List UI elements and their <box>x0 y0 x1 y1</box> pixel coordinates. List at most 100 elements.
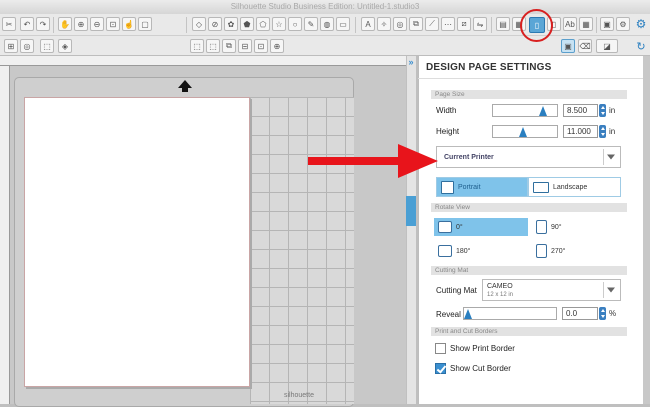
feed-direction-arrow-icon <box>178 80 192 88</box>
height-label: Height <box>436 127 460 136</box>
undo-icon[interactable]: ↶ <box>20 17 34 31</box>
collapse-panel-icon[interactable]: » <box>406 56 416 68</box>
height-slider[interactable] <box>492 125 558 138</box>
design-settings-icon[interactable]: ⚙ <box>616 17 630 31</box>
cutting-mat-dropdown[interactable]: CAMEO 12 x 12 in <box>482 279 621 301</box>
rotate-270-label: 270° <box>551 247 566 255</box>
rotate-90-label: 90° <box>551 223 562 231</box>
eraser-icon[interactable]: ⌫ <box>578 39 592 53</box>
pen-icon[interactable]: ✎ <box>304 17 318 31</box>
flexishape-icon[interactable]: ✿ <box>224 17 238 31</box>
trace-icon[interactable]: ⧄ <box>457 17 471 31</box>
library-icon[interactable]: ▤ <box>496 17 510 31</box>
height-unit: in <box>609 127 616 136</box>
pentagon-icon[interactable]: ⬠ <box>256 17 270 31</box>
landscape-icon <box>533 181 549 193</box>
deselect-icon[interactable]: ⬚ <box>206 39 220 53</box>
rotate-270-button[interactable]: 270° <box>532 242 622 260</box>
panel-edge <box>643 56 650 404</box>
drag-zoom-icon[interactable]: ☝ <box>122 17 136 31</box>
fill-color-icon[interactable]: ◪ <box>596 39 618 53</box>
offset-icon[interactable]: ⧉ <box>409 17 423 31</box>
sketch-icon[interactable]: ⟋ <box>425 17 439 31</box>
spiral-icon[interactable]: ◎ <box>393 17 407 31</box>
zoom-out-icon[interactable]: ⊖ <box>90 17 104 31</box>
panel-title: DESIGN PAGE SETTINGS <box>426 62 552 73</box>
panel-scrollbar[interactable] <box>406 56 416 404</box>
replicate-icon[interactable]: ◎ <box>20 39 34 53</box>
rotate-180-icon <box>438 245 452 257</box>
layers-grid-icon[interactable]: ▦ <box>579 17 593 31</box>
cut-icon[interactable]: ✂ <box>2 17 16 31</box>
zoom-in-icon[interactable]: ⊕ <box>74 17 88 31</box>
reveal-input[interactable]: 0.0 <box>562 307 598 320</box>
show-cut-border-label: Show Cut Border <box>450 364 511 373</box>
section-page-size: Page Size <box>431 90 627 99</box>
cutting-mat-name: CAMEO <box>487 283 513 290</box>
rotate-0-button[interactable]: 0° <box>434 218 528 236</box>
rotate-0-icon <box>438 221 452 233</box>
media-size-dropdown[interactable]: Current Printer <box>436 146 621 168</box>
layers-icon[interactable]: ◈ <box>58 39 72 53</box>
height-stepper[interactable] <box>599 125 606 138</box>
redo-icon[interactable]: ↷ <box>36 17 50 31</box>
rotate-180-label: 180° <box>456 247 471 255</box>
chevron-down-icon <box>607 287 615 293</box>
zoom-select-icon[interactable]: ⊡ <box>106 17 120 31</box>
text-tool-icon[interactable]: A <box>361 17 375 31</box>
rotate-90-icon <box>536 220 547 234</box>
grid-snap-icon[interactable]: ⋯ <box>441 17 455 31</box>
secondary-toolbar: ⊞ ◎ ⬚ ◈ ⬚ ⬚ ⧉ ⊟ ⊡ ⊕ ▣ ⌫ ◪ ↻ <box>0 36 650 56</box>
reveal-slider[interactable] <box>463 307 557 320</box>
reveal-stepper[interactable] <box>599 307 606 320</box>
width-stepper[interactable] <box>599 104 606 117</box>
slider-thumb[interactable] <box>519 127 527 137</box>
gear-icon[interactable]: ⚙ <box>634 17 648 31</box>
section-rotate-view: Rotate View <box>431 203 627 212</box>
width-input[interactable]: 8.500 <box>563 104 598 117</box>
fit-to-page-icon[interactable]: ▢ <box>138 17 152 31</box>
width-slider[interactable] <box>492 104 558 117</box>
show-cut-border-checkbox[interactable] <box>435 363 446 374</box>
highlight-circle-annotation <box>520 9 553 42</box>
design-page[interactable] <box>24 97 250 387</box>
text-style-icon[interactable]: Ab <box>563 17 577 31</box>
title-divider <box>418 78 643 79</box>
rotate-90-button[interactable]: 90° <box>532 218 622 236</box>
weld-icon[interactable]: ⬚ <box>40 39 54 53</box>
knife-tool-icon[interactable]: ⊘ <box>208 17 222 31</box>
section-cutting-mat: Cutting Mat <box>431 266 627 275</box>
slider-thumb[interactable] <box>464 309 472 319</box>
media-size-value: Current Printer <box>444 154 494 161</box>
mirror-icon[interactable]: ⇋ <box>473 17 487 31</box>
circle-icon[interactable]: ○ <box>288 17 302 31</box>
chevron-down-icon <box>607 154 615 160</box>
window-title: Silhouette Studio Business Edition: Unti… <box>0 0 650 14</box>
red-arrow-annotation <box>308 144 438 178</box>
pan-hand-icon[interactable]: ✋ <box>58 17 72 31</box>
rotate-180-button[interactable]: 180° <box>434 242 528 260</box>
point-edit-icon[interactable]: ✧ <box>377 17 391 31</box>
separator <box>355 17 356 33</box>
color-palette-icon[interactable]: ◍ <box>320 17 334 31</box>
feed-direction-arrow-stem <box>182 88 188 92</box>
modify-icon[interactable]: ⊕ <box>270 39 284 53</box>
align-icon[interactable]: ⊡ <box>254 39 268 53</box>
duplicate-icon[interactable]: ⧉ <box>222 39 236 53</box>
slider-thumb[interactable] <box>539 106 547 116</box>
show-print-border-checkbox[interactable] <box>435 343 446 354</box>
polygon-shape-icon[interactable]: ⬟ <box>240 17 254 31</box>
rectangle-icon[interactable]: ▭ <box>336 17 350 31</box>
landscape-button[interactable]: Landscape <box>528 177 621 197</box>
send-to-silhouette-icon[interactable]: ▣ <box>600 17 614 31</box>
arrange-icon[interactable]: ⊟ <box>238 39 252 53</box>
refresh-icon[interactable]: ↻ <box>634 39 648 53</box>
star-icon[interactable]: ☆ <box>272 17 286 31</box>
scrollbar-thumb[interactable] <box>406 196 416 226</box>
eraser-tool-icon[interactable]: ◇ <box>192 17 206 31</box>
image-view-icon[interactable]: ▣ <box>561 39 575 53</box>
height-input[interactable]: 11.000 <box>563 125 598 138</box>
portrait-button[interactable]: Portrait <box>436 177 528 197</box>
select-all-icon[interactable]: ⬚ <box>190 39 204 53</box>
group-icon[interactable]: ⊞ <box>4 39 18 53</box>
